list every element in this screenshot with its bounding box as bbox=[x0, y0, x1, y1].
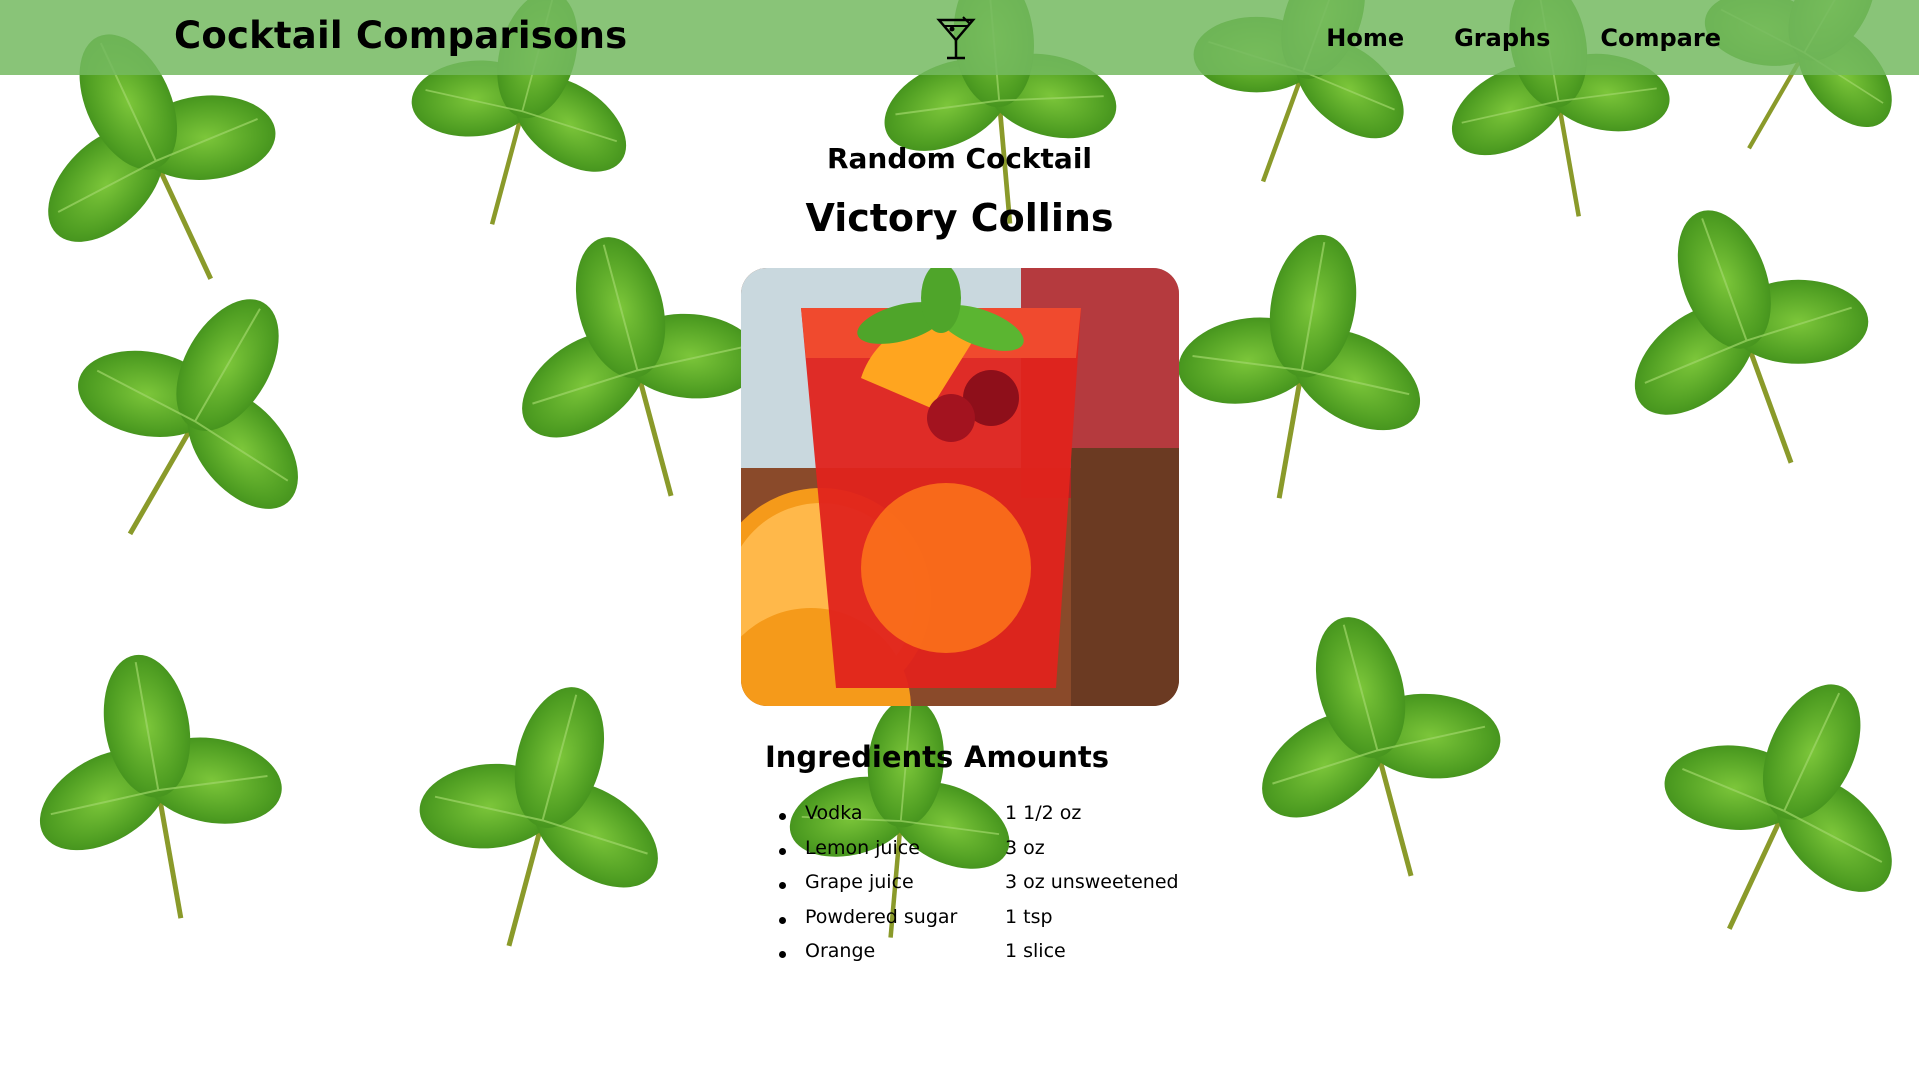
nav-home-link[interactable]: Home bbox=[1326, 24, 1404, 52]
ingredients-header: Ingredients bbox=[765, 740, 954, 774]
nav-compare-link[interactable]: Compare bbox=[1600, 24, 1721, 52]
section-subtitle: Random Cocktail bbox=[826, 142, 1093, 175]
ingredient-name: Powdered sugar bbox=[805, 905, 958, 928]
martini-glass-icon bbox=[936, 16, 976, 60]
bullet-icon bbox=[779, 882, 786, 889]
bullet-icon bbox=[779, 813, 786, 820]
nav-links: Home Graphs Compare bbox=[1326, 24, 1721, 52]
brand-title[interactable]: Cocktail Comparisons bbox=[174, 14, 627, 57]
navbar: Cocktail Comparisons Home Graphs Compare bbox=[0, 0, 1919, 75]
bullet-icon bbox=[779, 916, 786, 924]
ingredient-amount: 3 oz unsweetened bbox=[1005, 871, 1179, 893]
ingredient-name: Orange bbox=[805, 940, 876, 962]
cocktail-name: Victory Collins bbox=[805, 196, 1114, 240]
amounts-header: Amounts bbox=[964, 740, 1109, 774]
ingredient-name: Lemon juice bbox=[805, 836, 920, 859]
ingredient-name: Grape juice bbox=[805, 871, 914, 893]
ingredient-amount: 1 tsp bbox=[1005, 905, 1053, 928]
ingredient-amount: 1 slice bbox=[1005, 940, 1066, 962]
ingredient-name: Vodka bbox=[805, 802, 863, 824]
ingredient-amount: 3 oz bbox=[1005, 836, 1045, 859]
bullet-icon bbox=[779, 847, 786, 855]
bullet-icon bbox=[779, 951, 786, 958]
ingredient-amount: 1 1/2 oz bbox=[1005, 802, 1082, 824]
nav-graphs-link[interactable]: Graphs bbox=[1454, 24, 1550, 52]
cocktail-photo bbox=[741, 268, 1179, 706]
